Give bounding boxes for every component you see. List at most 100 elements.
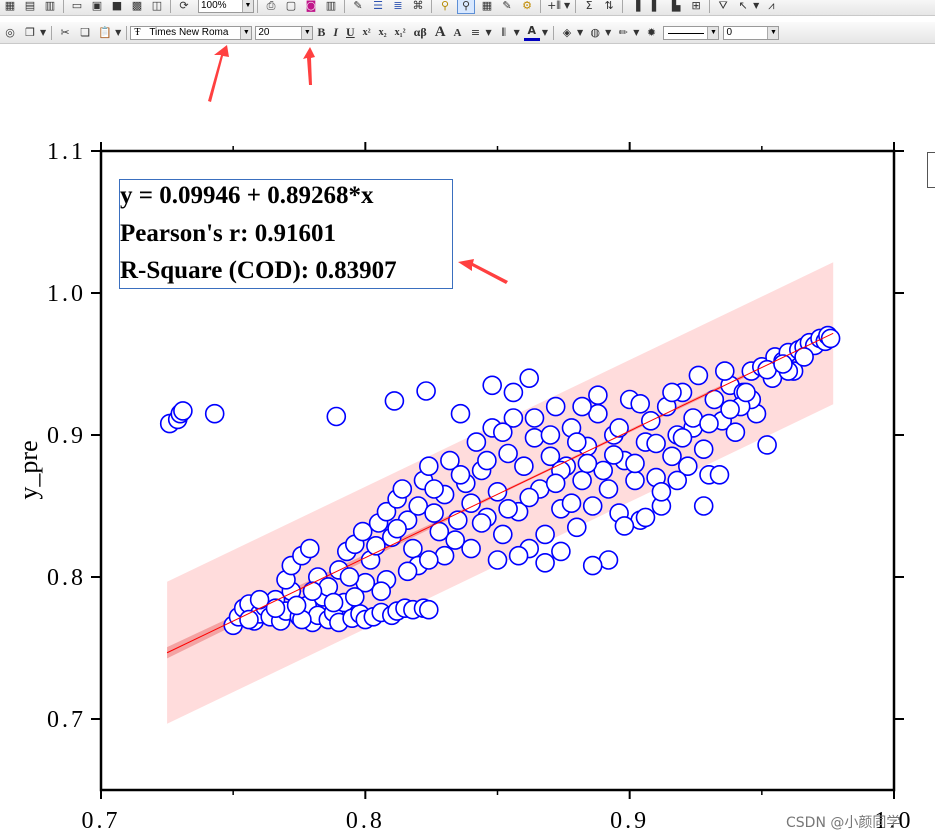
data-point[interactable]: [720, 399, 740, 420]
data-point[interactable]: [418, 599, 439, 620]
data-point[interactable]: [714, 361, 735, 381]
data-point[interactable]: [725, 422, 746, 443]
data-point[interactable]: [757, 435, 777, 455]
data-point[interactable]: [646, 433, 666, 454]
data-point[interactable]: [672, 427, 693, 448]
data-point[interactable]: [625, 470, 645, 491]
data-point[interactable]: [667, 470, 688, 491]
data-point[interactable]: [503, 382, 524, 403]
data-point[interactable]: [471, 513, 492, 533]
y-tick-label: 1.1: [47, 139, 86, 165]
y-tick-label: 1.0: [47, 281, 86, 307]
data-point[interactable]: [498, 443, 518, 464]
data-point[interactable]: [603, 445, 624, 465]
data-point[interactable]: [498, 498, 518, 519]
data-point[interactable]: [323, 592, 344, 613]
data-point[interactable]: [352, 521, 373, 542]
data-point[interactable]: [535, 524, 555, 545]
data-point[interactable]: [450, 464, 471, 485]
data-point[interactable]: [609, 418, 629, 438]
graph-page[interactable]: 0.7 0.8 0.9 1.00.70.80.91.01.1y_pre: [0, 0, 935, 840]
x-tick-label: 0.9: [610, 808, 649, 834]
data-point[interactable]: [450, 403, 471, 424]
data-point[interactable]: [445, 530, 466, 550]
data-point[interactable]: [514, 456, 534, 477]
data-point[interactable]: [662, 382, 682, 403]
r-square: R-Square (COD): 0.83907: [120, 257, 397, 284]
data-point[interactable]: [387, 518, 407, 539]
data-point[interactable]: [709, 464, 730, 485]
data-point[interactable]: [492, 524, 513, 545]
data-point[interactable]: [204, 403, 225, 424]
data-point[interactable]: [424, 479, 444, 499]
data-point[interactable]: [535, 552, 555, 573]
y-tick-label: 0.7: [47, 707, 86, 733]
data-point[interactable]: [545, 473, 566, 494]
data-point[interactable]: [693, 496, 714, 516]
data-point[interactable]: [492, 422, 513, 443]
data-point[interactable]: [392, 479, 413, 499]
data-point[interactable]: [688, 365, 709, 386]
data-point[interactable]: [524, 427, 545, 448]
data-point[interactable]: [635, 507, 656, 528]
data-point[interactable]: [699, 413, 719, 434]
red-arrow-r-square: [458, 259, 508, 284]
y-tick-label: 0.9: [47, 423, 86, 449]
data-point[interactable]: [561, 493, 582, 514]
data-point[interactable]: [524, 408, 545, 428]
data-point[interactable]: [566, 517, 587, 538]
fit-results-textbox[interactable]: y = 0.09946 + 0.89268*x Pearson's r: 0.9…: [119, 179, 453, 289]
data-point[interactable]: [249, 589, 270, 610]
data-point[interactable]: [418, 456, 439, 477]
data-point[interactable]: [545, 396, 566, 417]
data-point[interactable]: [598, 479, 619, 499]
data-point[interactable]: [625, 453, 645, 474]
data-point[interactable]: [566, 432, 587, 452]
data-point[interactable]: [577, 453, 598, 474]
data-point[interactable]: [344, 587, 365, 607]
data-point[interactable]: [582, 496, 603, 516]
data-point[interactable]: [384, 391, 405, 411]
data-point[interactable]: [614, 516, 635, 536]
data-point[interactable]: [572, 396, 592, 417]
data-point[interactable]: [466, 432, 487, 452]
data-point[interactable]: [588, 385, 608, 406]
data-point[interactable]: [519, 368, 540, 389]
data-point[interactable]: [551, 541, 571, 562]
data-point[interactable]: [482, 375, 503, 396]
data-point[interactable]: [736, 382, 756, 403]
watermark: CSDN @小颜同学: [786, 815, 901, 831]
data-point[interactable]: [339, 567, 360, 587]
data-point[interactable]: [662, 446, 682, 467]
data-point[interactable]: [265, 598, 286, 619]
data-point[interactable]: [540, 425, 561, 445]
layer-indicator[interactable]: [927, 152, 935, 188]
data-point[interactable]: [651, 481, 672, 502]
data-point[interactable]: [286, 595, 307, 616]
data-point[interactable]: [630, 393, 651, 414]
data-point[interactable]: [299, 538, 320, 559]
data-point[interactable]: [487, 550, 508, 570]
data-point[interactable]: [418, 550, 439, 570]
data-point[interactable]: [582, 555, 603, 576]
data-point[interactable]: [447, 510, 468, 531]
data-point[interactable]: [461, 538, 481, 559]
data-point[interactable]: [371, 581, 392, 602]
data-point[interactable]: [820, 328, 841, 349]
data-point[interactable]: [326, 406, 347, 427]
data-point[interactable]: [403, 538, 423, 559]
data-point[interactable]: [519, 487, 540, 508]
data-point[interactable]: [572, 470, 592, 491]
data-point[interactable]: [508, 545, 529, 566]
y-axis-label: y_pre: [14, 440, 43, 499]
data-point[interactable]: [302, 581, 323, 602]
data-point[interactable]: [173, 401, 193, 421]
y-tick-label: 0.8: [47, 565, 86, 591]
data-point[interactable]: [693, 439, 714, 460]
data-point[interactable]: [416, 381, 436, 401]
data-point[interactable]: [424, 503, 444, 523]
data-point[interactable]: [477, 450, 497, 471]
data-point[interactable]: [397, 561, 418, 582]
x-tick-label: 0.7: [82, 808, 121, 834]
pearson-r: Pearson's r: 0.91601: [120, 220, 336, 247]
